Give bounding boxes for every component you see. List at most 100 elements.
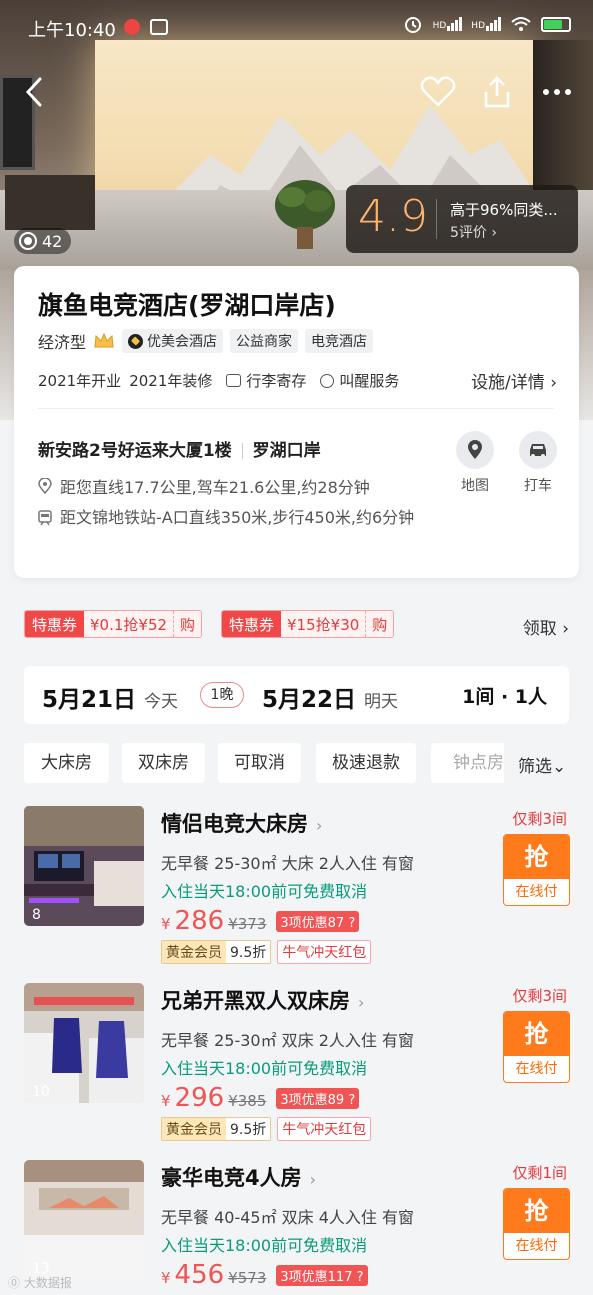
chevron-right-icon: › <box>309 1170 317 1189</box>
status-bar: 上午10:40 HD HD <box>0 0 593 56</box>
room-price: ¥456 ¥573 3项优惠117 ? <box>161 1260 368 1290</box>
battery-icon <box>541 16 571 32</box>
price-value: 286 <box>174 906 225 936</box>
hotel-info-card: 旗鱼电竞酒店(罗湖口岸店) 经济型 优美会酒店 公益商家 电竞酒店 2021年开… <box>14 266 579 578</box>
room-photo-count: 10 <box>32 1084 50 1100</box>
opened-year: 2021年开业 <box>38 372 122 390</box>
book-button[interactable]: 抢 在线付 <box>503 1188 570 1260</box>
taxi-button[interactable]: 打车 <box>518 431 558 495</box>
room-name[interactable]: 豪华电竞4人房 › <box>161 1162 316 1192</box>
metro-icon <box>38 510 52 526</box>
car-icon <box>519 431 557 469</box>
nights-badge: 1晚 <box>200 682 244 708</box>
filter-button[interactable]: 筛选⌄ <box>518 752 566 777</box>
status-time: 上午10:40 <box>28 20 116 41</box>
room-badges: 黄金会员 9.5折 牛气冲天红包 <box>161 940 372 964</box>
tag-esports: 电竞酒店 <box>305 329 374 353</box>
filter-hourly[interactable]: 钟点房 <box>431 743 504 783</box>
favorite-heart-icon[interactable] <box>420 76 456 108</box>
hotel-name: 旗鱼电竞酒店(罗湖口岸店) <box>38 291 336 320</box>
cancel-policy: 入住当天18:00前可免费取消 <box>161 1236 368 1255</box>
photo-count-badge[interactable]: 42 <box>14 228 72 254</box>
app-notification-icon <box>124 19 140 35</box>
tag-charity: 公益商家 <box>230 329 299 353</box>
photo-count: 42 <box>42 231 63 251</box>
wifi-icon <box>511 17 531 31</box>
coupon-1[interactable]: 特惠券 ¥0.1抢¥52 购 <box>24 610 203 638</box>
discount-badge[interactable]: 3项优惠89 ? <box>276 1087 360 1109</box>
plant-image <box>275 180 335 249</box>
rooms-left: 仅剩3间 <box>512 810 567 828</box>
hotel-address[interactable]: 新安路2号好运来大厦1楼 罗湖口岸 <box>38 436 321 461</box>
filter-chips: 大床房 双床房 可取消 极速退款 钟点房 <box>24 743 504 783</box>
facility-row: 2021年开业 2021年装修 行李寄存 叫醒服务 <box>38 370 399 391</box>
more-icon[interactable] <box>540 80 574 104</box>
original-price: ¥373 <box>228 915 267 933</box>
tag-brand: 优美会酒店 <box>122 329 224 353</box>
back-icon[interactable] <box>20 74 50 110</box>
filter-cancelable[interactable]: 可取消 <box>218 743 301 783</box>
checkin-date[interactable]: 5月21日 今天 <box>42 680 178 714</box>
distance-text: 距您直线17.7公里,驾车21.6公里,约28分钟 <box>60 478 370 497</box>
area-text: 罗湖口岸 <box>252 441 321 461</box>
service-luggage: 行李寄存 <box>226 370 306 391</box>
map-icon <box>456 431 494 469</box>
discount-badge[interactable]: 3项优惠117 ? <box>276 1264 368 1286</box>
original-price: ¥385 <box>228 1092 267 1110</box>
message-icon <box>150 19 168 35</box>
room-spec: 无早餐 25-30㎡ 双床 2人入住 有窗 <box>161 1031 415 1050</box>
original-price: ¥573 <box>228 1269 267 1287</box>
gold-member-badge: 黄金会员 9.5折 <box>161 1117 272 1141</box>
service-wakeup: 叫醒服务 <box>320 370 399 391</box>
signal-2-icon: HD <box>471 17 501 31</box>
divider <box>38 408 554 409</box>
price-value: 296 <box>174 1083 225 1113</box>
alarm-clock-icon <box>320 373 335 388</box>
filter-twin-bed[interactable]: 双床房 <box>122 743 205 783</box>
crown-icon <box>94 332 114 348</box>
gold-member-badge: 黄金会员 9.5折 <box>161 940 272 964</box>
room-price: ¥286 ¥373 3项优惠87 ? <box>161 906 360 936</box>
cancel-policy: 入住当天18:00前可免费取消 <box>161 1059 368 1078</box>
room-thumbnail[interactable]: 8 <box>24 806 144 926</box>
facility-detail-link[interactable]: 设施/详情 › <box>471 368 557 393</box>
rating-divider <box>436 199 437 239</box>
book-button[interactable]: 抢 在线付 <box>503 834 570 906</box>
room-card[interactable]: 10 兄弟开黑双人双床房 › 无早餐 25-30㎡ 双床 2人入住 有窗 入住当天… <box>0 983 593 1143</box>
hotel-tags: 经济型 优美会酒店 公益商家 电竞酒店 <box>38 329 374 353</box>
rating-compare: 高于96%同类... <box>450 201 558 219</box>
room-name[interactable]: 情侣电竞大床房 › <box>161 808 322 838</box>
coupon-2[interactable]: 特惠券 ¥15抢¥30 购 <box>221 610 395 638</box>
cancel-policy: 入住当天18:00前可免费取消 <box>161 882 368 901</box>
room-card[interactable]: 13 豪华电竞4人房 › 无早餐 40-45㎡ 双床 4人入住 有窗 入住当天18… <box>0 1160 593 1295</box>
room-card[interactable]: 8 情侣电竞大床房 › 无早餐 25-30㎡ 大床 2人入住 有窗 入住当天18:… <box>0 806 593 966</box>
rooms-left: 仅剩3间 <box>512 987 567 1005</box>
date-selector[interactable]: 5月21日 今天 1晚 5月22日 明天 1间 · 1人 <box>24 666 569 724</box>
filter-king-bed[interactable]: 大床房 <box>24 743 109 783</box>
rating-panel[interactable]: 4.9 高于96%同类... 5评价 › <box>346 185 578 253</box>
signal-1-icon: HD <box>433 17 463 31</box>
metro-row: 距文锦地铁站-A口直线350米,步行450米,约6分钟 <box>38 506 448 530</box>
room-thumbnail[interactable]: 13 <box>24 1160 144 1280</box>
chevron-right-icon: › <box>316 816 323 835</box>
room-photo-esports <box>24 806 144 926</box>
filter-fast-refund[interactable]: 极速退款 <box>316 743 416 783</box>
checkout-date[interactable]: 5月22日 明天 <box>262 680 398 714</box>
room-spec: 无早餐 25-30㎡ 大床 2人入住 有窗 <box>161 854 415 873</box>
rating-score: 4.9 <box>358 191 428 242</box>
brand-icon <box>128 333 144 349</box>
book-button[interactable]: 抢 在线付 <box>503 1011 570 1083</box>
room-name[interactable]: 兄弟开黑双人双床房 › <box>161 985 364 1015</box>
alarm-icon <box>404 17 421 33</box>
distance-row: 距您直线17.7公里,驾车21.6公里,约28分钟 <box>38 474 370 498</box>
review-count-link[interactable]: 5评价 › <box>450 222 497 242</box>
room-thumbnail[interactable]: 10 <box>24 983 144 1103</box>
gallery-icon <box>19 232 37 250</box>
map-button[interactable]: 地图 <box>455 431 495 495</box>
share-icon[interactable] <box>480 74 514 110</box>
claim-coupon-link[interactable]: 领取 › <box>523 614 569 639</box>
room-guest-selector[interactable]: 1间 · 1人 <box>462 682 547 709</box>
watermark: ⓪ 大数据报 <box>8 1276 72 1290</box>
renovated-year: 2021年装修 <box>129 372 213 390</box>
discount-badge[interactable]: 3项优惠87 ? <box>276 910 360 932</box>
